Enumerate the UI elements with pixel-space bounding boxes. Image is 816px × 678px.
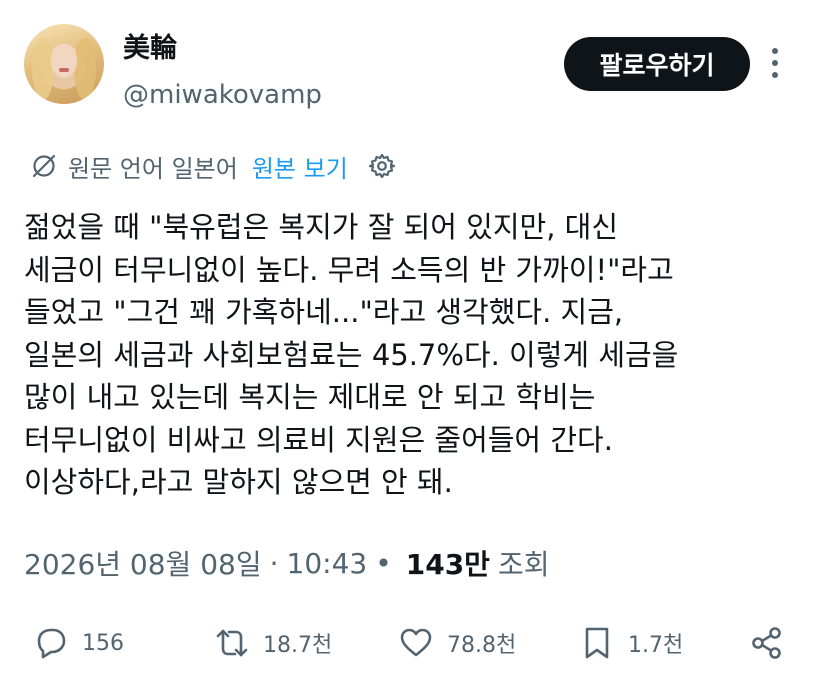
tweet-meta: 2026년 08월 08일 · 10:43 • 143만 조회 <box>24 543 549 583</box>
more-options-icon[interactable] <box>766 46 784 80</box>
avatar-hair-right <box>74 38 96 100</box>
action-bar: 156 18.7천 78.8천 1.7천 <box>0 618 816 668</box>
heart-icon <box>400 628 432 657</box>
translate-off-icon <box>32 154 56 178</box>
meta-bullet: • <box>375 546 392 580</box>
avatar-face <box>51 44 77 78</box>
share-icon <box>752 627 781 659</box>
like-button[interactable]: 78.8천 <box>397 618 516 668</box>
repost-icon <box>216 629 248 657</box>
bookmark-count: 1.7천 <box>628 633 684 658</box>
gear-icon[interactable] <box>368 152 396 180</box>
reply-count: 156 <box>82 630 124 656</box>
avatar[interactable] <box>24 24 104 104</box>
meta-separator: · <box>269 546 279 580</box>
show-original-link[interactable]: 원본 보기 <box>252 149 348 184</box>
share-button[interactable] <box>748 618 786 668</box>
like-count: 78.8천 <box>447 633 517 658</box>
tweet-time[interactable]: 10:43 <box>287 547 368 580</box>
translation-bar: 원문 언어 일본어 원본 보기 <box>30 148 396 184</box>
avatar-lips <box>59 68 69 72</box>
avatar-hair-left <box>32 38 54 100</box>
view-count: 143만 <box>405 548 490 581</box>
tweet-date[interactable]: 2026년 08월 08일 <box>24 543 262 583</box>
repost-count: 18.7천 <box>263 633 333 658</box>
display-name[interactable]: 美輪 <box>123 26 177 65</box>
reply-icon <box>37 628 66 659</box>
bookmark-icon <box>585 627 609 659</box>
user-handle[interactable]: @miwakovamp <box>123 80 322 110</box>
tweet-text: 젊었을 때 "북유럽은 복지가 잘 되어 있지만, 대신 세금이 터무니없이 높… <box>24 210 679 499</box>
reply-button[interactable]: 156 <box>32 618 124 668</box>
original-language-label: 원문 언어 일본어 <box>68 154 238 183</box>
follow-button[interactable]: 팔로우하기 <box>564 37 750 91</box>
bookmark-button[interactable]: 1.7천 <box>578 618 683 668</box>
view-label: 조회 <box>497 548 550 581</box>
tweet-header: 美輪 @miwakovamp 팔로우하기 <box>0 0 816 130</box>
repost-button[interactable]: 18.7천 <box>213 618 332 668</box>
